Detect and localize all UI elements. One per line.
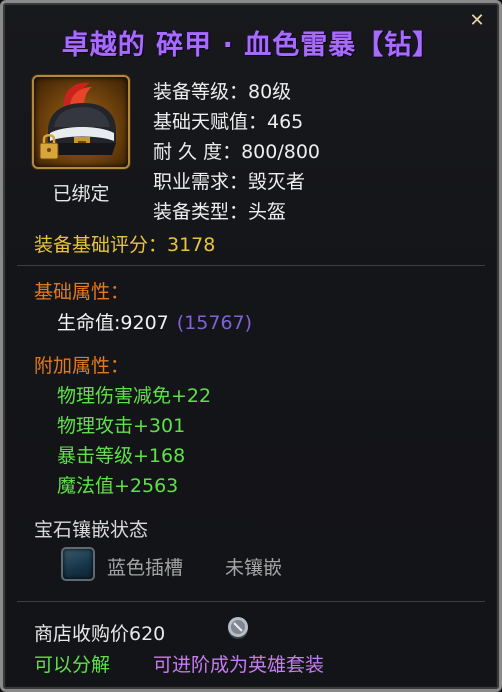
hp-bonus: (15767) xyxy=(176,312,253,334)
hp-value: 生命值:9207 xyxy=(57,312,169,334)
gem-socket-type: 蓝色插槽 xyxy=(107,557,184,579)
extra-attr-crit-rating: 暴击等级+168 xyxy=(57,445,186,467)
gem-socket-status: 未镶嵌 xyxy=(225,557,283,579)
stat-durability: 耐 久 度：800/800 xyxy=(153,141,321,163)
extra-attr-phys-dmg-reduction: 物理伤害减免+22 xyxy=(57,385,212,407)
shop-price: 商店收购价620 xyxy=(34,623,166,645)
stat-base-talent: 基础天赋值：465 xyxy=(153,111,304,133)
helmet-icon xyxy=(32,75,130,169)
divider xyxy=(17,265,485,266)
divider xyxy=(17,601,485,602)
item-tooltip: 卓越的 碎甲 · 血色雷暴【钻】 ✕ 已绑定 装备等级：80级 基础天赋值：46… xyxy=(0,0,502,692)
base-attributes-title: 基础属性： xyxy=(34,281,130,303)
stat-equip-level: 装备等级：80级 xyxy=(153,81,292,103)
bound-status: 已绑定 xyxy=(52,183,110,205)
item-title: 卓越的 碎甲 · 血色雷暴【钻】 xyxy=(61,30,441,61)
stat-class-requirement: 职业需求：毁灭者 xyxy=(153,171,306,193)
extra-attr-mana: 魔法值+2563 xyxy=(57,475,179,497)
blue-socket-icon[interactable] xyxy=(61,547,95,581)
close-icon[interactable]: ✕ xyxy=(467,11,487,31)
base-score: 装备基础评分：3178 xyxy=(34,234,216,256)
hp-stat: 生命值:9207 (15767) xyxy=(57,308,252,335)
gem-socket-title: 宝石镶嵌状态 xyxy=(34,519,149,541)
extra-attr-phys-attack: 物理攻击+301 xyxy=(57,415,186,437)
extra-attributes-title: 附加属性： xyxy=(34,355,130,377)
upgrade-hint: 可进阶成为英雄套装 xyxy=(153,654,325,676)
silver-coin-icon xyxy=(225,615,251,641)
stat-equip-type: 装备类型：头盔 xyxy=(153,201,287,223)
decompose-status: 可以分解 xyxy=(34,654,111,676)
